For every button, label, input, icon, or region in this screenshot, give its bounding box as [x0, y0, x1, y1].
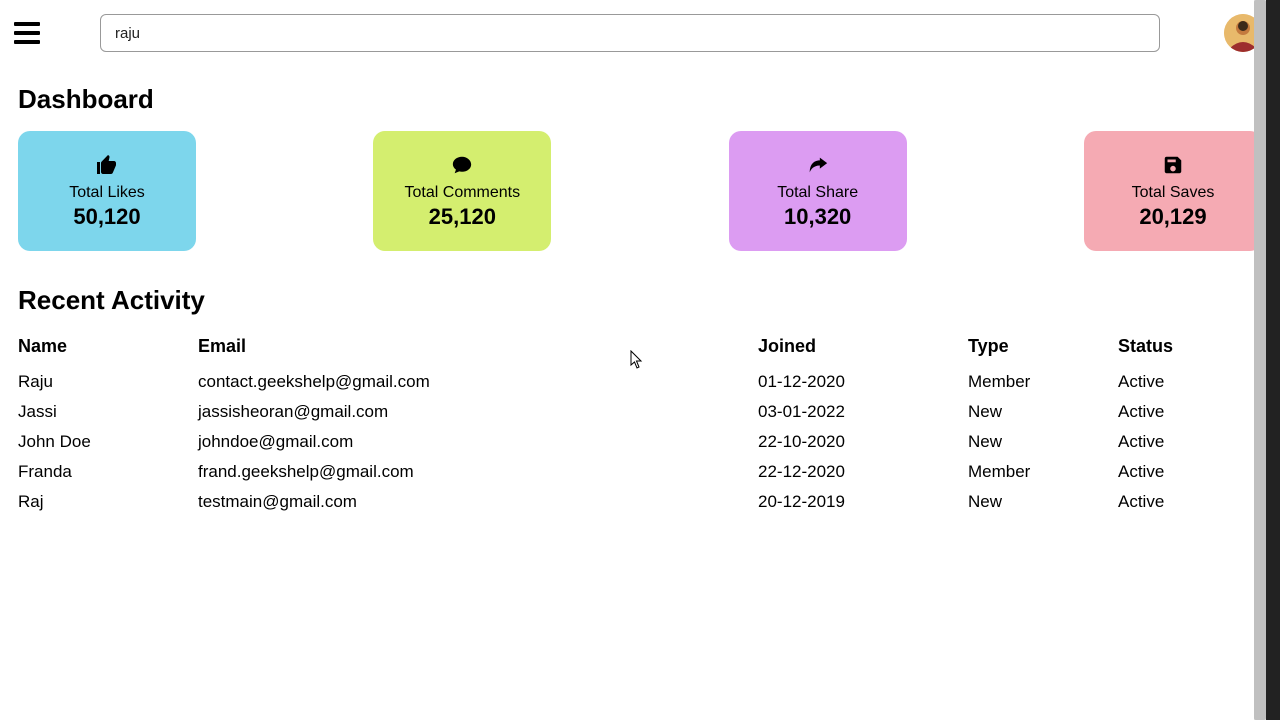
stat-card-label: Total Comments	[405, 184, 521, 202]
table-cell-joined: 03-01-2022	[758, 397, 968, 427]
table-cell-status: Active	[1118, 487, 1262, 517]
table-row: Rajucontact.geekshelp@gmail.com01-12-202…	[18, 367, 1262, 397]
table-row: Jassijassisheoran@gmail.com03-01-2022New…	[18, 397, 1262, 427]
table-cell-joined: 22-12-2020	[758, 457, 968, 487]
stat-card-label: Total Saves	[1132, 184, 1215, 202]
activity-column-header: Email	[198, 330, 758, 367]
activity-column-header: Type	[968, 330, 1118, 367]
table-cell-name: Raju	[18, 367, 198, 397]
page-scrollbar[interactable]	[1254, 0, 1266, 720]
scrollbar-thumb[interactable]	[1254, 0, 1266, 720]
table-cell-type: Member	[968, 367, 1118, 397]
table-cell-name: Franda	[18, 457, 198, 487]
activity-table: NameEmailJoinedTypeStatus Rajucontact.ge…	[18, 330, 1262, 517]
table-cell-joined: 01-12-2020	[758, 367, 968, 397]
stat-card-label: Total Share	[777, 184, 858, 202]
table-cell-status: Active	[1118, 367, 1262, 397]
table-row: Frandafrand.geekshelp@gmail.com22-12-202…	[18, 457, 1262, 487]
comment-icon	[450, 152, 474, 178]
table-cell-joined: 20-12-2019	[758, 487, 968, 517]
table-cell-joined: 22-10-2020	[758, 427, 968, 457]
stat-card-label: Total Likes	[69, 184, 145, 202]
stat-card-value: 25,120	[429, 204, 496, 230]
stat-card-value: 10,320	[784, 204, 851, 230]
hamburger-bar-icon	[14, 31, 40, 35]
activity-column-header: Status	[1118, 330, 1262, 367]
table-row: Rajtestmain@gmail.com20-12-2019NewActive	[18, 487, 1262, 517]
table-cell-email: johndoe@gmail.com	[198, 427, 758, 457]
table-row: John Doejohndoe@gmail.com22-10-2020NewAc…	[18, 427, 1262, 457]
table-cell-type: New	[968, 427, 1118, 457]
table-cell-type: New	[968, 487, 1118, 517]
hamburger-menu-button[interactable]	[14, 22, 40, 44]
table-cell-status: Active	[1118, 397, 1262, 427]
page-title: Dashboard	[18, 84, 1262, 115]
table-cell-status: Active	[1118, 427, 1262, 457]
table-cell-status: Active	[1118, 457, 1262, 487]
devtools-sliver	[1266, 0, 1280, 720]
search-input[interactable]	[100, 14, 1160, 52]
stat-card: Total Likes 50,120	[18, 131, 196, 251]
hamburger-bar-icon	[14, 22, 40, 26]
table-cell-type: Member	[968, 457, 1118, 487]
stat-card: Total Saves 20,129	[1084, 131, 1262, 251]
hamburger-bar-icon	[14, 40, 40, 44]
table-cell-email: frand.geekshelp@gmail.com	[198, 457, 758, 487]
table-cell-email: contact.geekshelp@gmail.com	[198, 367, 758, 397]
stat-card-value: 50,120	[73, 204, 140, 230]
share-icon	[806, 152, 830, 178]
activity-section-title: Recent Activity	[18, 285, 1262, 316]
thumbs-up-icon	[95, 152, 119, 178]
stat-card: Total Share 10,320	[729, 131, 907, 251]
stat-card-value: 20,129	[1139, 204, 1206, 230]
stats-card-row: Total Likes50,120Total Comments25,120Tot…	[18, 131, 1262, 251]
table-cell-name: Jassi	[18, 397, 198, 427]
table-cell-name: John Doe	[18, 427, 198, 457]
save-icon	[1162, 152, 1184, 178]
activity-column-header: Joined	[758, 330, 968, 367]
table-cell-email: testmain@gmail.com	[198, 487, 758, 517]
stat-card: Total Comments 25,120	[373, 131, 551, 251]
table-cell-name: Raj	[18, 487, 198, 517]
activity-column-header: Name	[18, 330, 198, 367]
table-cell-email: jassisheoran@gmail.com	[198, 397, 758, 427]
table-cell-type: New	[968, 397, 1118, 427]
